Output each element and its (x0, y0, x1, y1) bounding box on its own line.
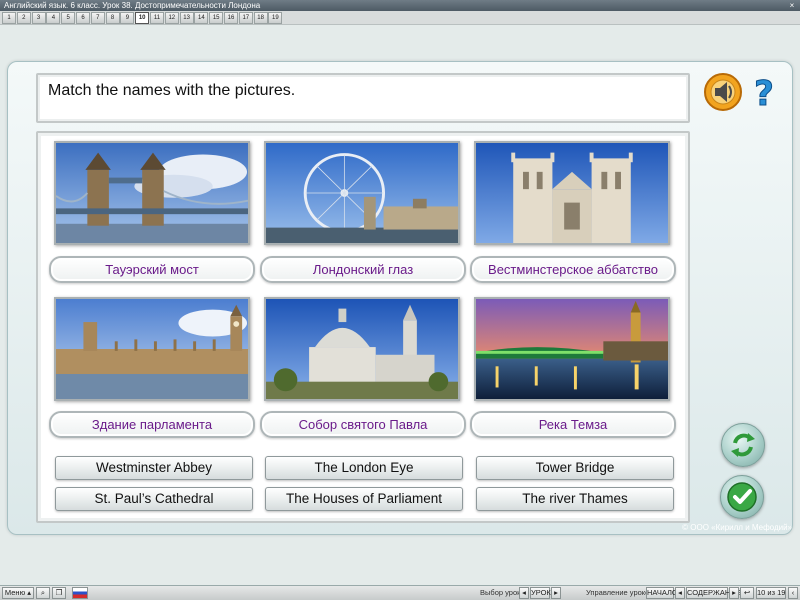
ru-label-text: Лондонский глаз (312, 262, 414, 277)
refresh-icon (731, 433, 755, 457)
window-titlebar: Английский язык. 6 класс. Урок 38. Досто… (0, 0, 800, 11)
option-button[interactable]: Westminster Abbey (55, 456, 253, 480)
help-glyph: ? (754, 74, 774, 113)
lesson-tab[interactable]: 8 (105, 12, 120, 24)
lesson-tab[interactable]: 19 (268, 12, 283, 24)
lesson-tab[interactable]: 16 (224, 12, 238, 24)
ru-label-text: Вестминстерское аббатство (488, 262, 658, 277)
lesson-tab[interactable]: 9 (120, 12, 135, 24)
lesson-tab[interactable]: 2 (16, 12, 31, 24)
lesson-tab[interactable]: 13 (179, 12, 194, 24)
page-counter: 10 из 19 (756, 587, 786, 599)
lesson-tab[interactable]: 11 (150, 12, 164, 24)
lesson-tab[interactable]: 15 (209, 12, 224, 24)
return-icon[interactable]: ↩ (740, 587, 754, 599)
task-instruction: Match the names with the pictures. (48, 82, 296, 99)
menu-label: Меню (4, 588, 26, 597)
ru-label-text: Тауэрский мост (105, 262, 199, 277)
lesson-tab[interactable]: 17 (238, 12, 253, 24)
lesson-page-strip: 1 2 3 4 5 6 7 8 9 10 11 12 13 14 15 16 17 18 19 (0, 11, 800, 25)
ru-label-slot[interactable]: Река Темза (470, 411, 676, 438)
task-instruction-box: Match the names with the pictures. (36, 73, 690, 123)
ru-label-text: Собор святого Павла (298, 417, 428, 432)
ru-label-slot[interactable]: Собор святого Павла (260, 411, 466, 438)
next-lesson-button[interactable]: ▸ (551, 587, 561, 599)
start-button[interactable]: НАЧАЛО (646, 587, 678, 599)
prev-page-button[interactable]: ◂ (675, 587, 685, 599)
lesson-tab[interactable]: 10 (135, 12, 150, 24)
lesson-tab[interactable]: 6 (76, 12, 90, 24)
speaker-icon[interactable] (702, 71, 744, 113)
search-icon[interactable]: ⌕ (36, 587, 50, 599)
check-answers-button[interactable] (720, 475, 764, 519)
collapse-button[interactable]: ‹ (788, 587, 798, 599)
ru-label-slot[interactable]: Тауэрский мост (49, 256, 255, 283)
pages-icon[interactable]: ❐ (52, 587, 66, 599)
ru-label-slot[interactable]: Лондонский глаз (260, 256, 466, 283)
option-button[interactable]: Tower Bridge (476, 456, 674, 480)
menu-button[interactable]: Меню ▴ (2, 587, 34, 599)
photo-houses-of-parliament (54, 297, 250, 401)
photo-tower-bridge (54, 141, 250, 245)
checkmark-icon (727, 482, 757, 512)
language-flag-icon[interactable] (72, 587, 88, 599)
option-button[interactable]: St. Paul’s Cathedral (55, 487, 253, 511)
ru-label-text: Река Темза (538, 417, 608, 432)
lesson-tab[interactable]: 7 (90, 12, 105, 24)
photo-river-thames (474, 297, 670, 401)
reset-button[interactable] (721, 423, 765, 467)
question-icon[interactable]: ? (746, 72, 782, 114)
option-button[interactable]: The London Eye (265, 456, 463, 480)
lesson-tab[interactable]: 14 (194, 12, 209, 24)
close-window-button[interactable]: × (787, 1, 797, 10)
lesson-tab[interactable]: 3 (31, 12, 46, 24)
ru-label-slot[interactable]: Вестминстерское аббатство (470, 256, 676, 283)
prev-lesson-button[interactable]: ◂ (519, 587, 529, 599)
ru-label-text: Здание парламента (91, 417, 213, 432)
lesson-tab[interactable]: 4 (46, 12, 61, 24)
option-button[interactable]: The Houses of Parliament (265, 487, 463, 511)
photo-london-eye (264, 141, 460, 245)
lesson-tab[interactable]: 1 (2, 12, 16, 24)
ru-label-slot[interactable]: Здание парламента (49, 411, 255, 438)
bottom-toolbar: Меню ▴ ⌕ ❐ Выбор урока: ◂ УРОК ▸ Управле… (0, 585, 800, 600)
lesson-tab[interactable]: 18 (253, 12, 268, 24)
contents-button[interactable]: СОДЕРЖАНИЕ (686, 587, 741, 599)
lesson-tab[interactable]: 5 (61, 12, 76, 24)
lesson-select-value[interactable]: УРОК (530, 587, 551, 599)
lesson-tab[interactable]: 12 (164, 12, 179, 24)
photo-st-pauls-cathedral (264, 297, 460, 401)
option-button[interactable]: The river Thames (476, 487, 674, 511)
copyright-text: © ООО «Кирилл и Мефодий» (682, 523, 792, 532)
window-title: Английский язык. 6 класс. Урок 38. Досто… (4, 1, 261, 10)
photo-westminster-abbey (474, 141, 670, 245)
next-page-button[interactable]: ▸ (729, 587, 739, 599)
